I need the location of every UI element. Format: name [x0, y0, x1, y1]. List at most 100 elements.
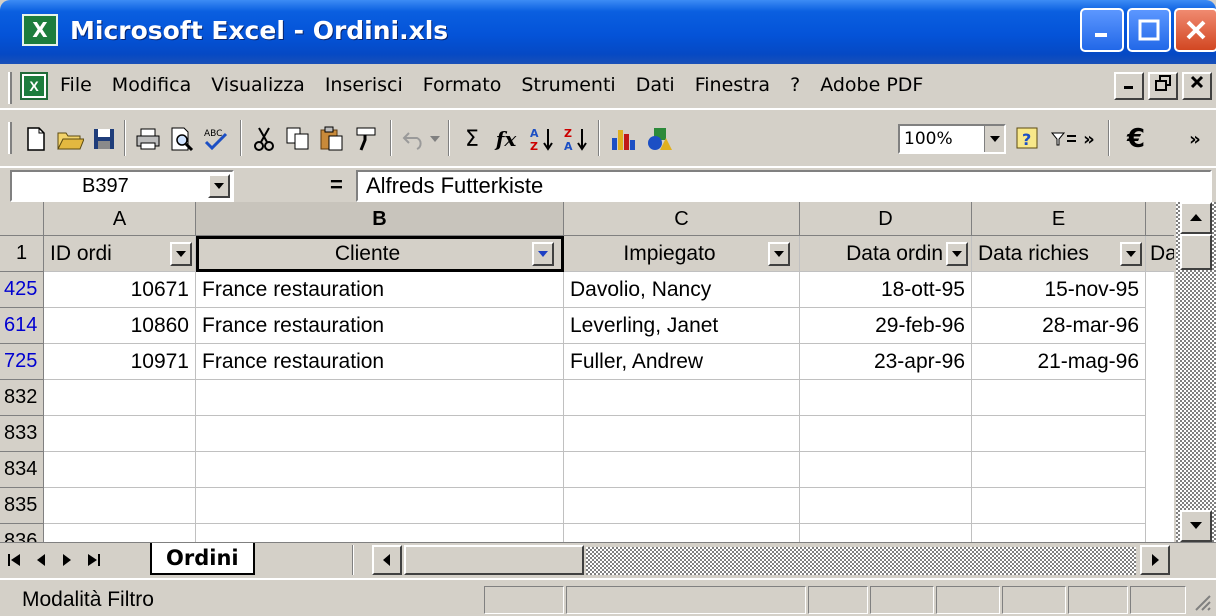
empty-cell[interactable]	[800, 452, 972, 488]
column-header-e[interactable]: E	[972, 202, 1146, 236]
chart-wizard-icon[interactable]	[608, 124, 640, 154]
cell-id[interactable]: 10671	[44, 272, 196, 308]
empty-cell[interactable]	[564, 380, 800, 416]
select-all-corner[interactable]	[0, 202, 44, 236]
menu-finestra[interactable]: Finestra	[695, 74, 770, 96]
menu-strumenti[interactable]: Strumenti	[521, 74, 615, 96]
empty-cell[interactable]	[972, 416, 1146, 452]
copy-icon[interactable]	[282, 124, 314, 154]
empty-cell[interactable]	[564, 488, 800, 524]
filter-dropdown-impiegato[interactable]	[768, 242, 790, 266]
print-icon[interactable]	[132, 124, 164, 154]
scroll-thumb[interactable]	[1180, 234, 1212, 270]
cell-data-ordine[interactable]: 23-apr-96	[800, 344, 972, 380]
save-icon[interactable]	[88, 124, 120, 154]
cell-data-richiesta[interactable]: 21-mag-96	[972, 344, 1146, 380]
row-header[interactable]: 832	[0, 380, 44, 416]
drawing-icon[interactable]	[644, 124, 676, 154]
menu-formato[interactable]: Formato	[423, 74, 502, 96]
horizontal-scroll-thumb[interactable]	[404, 545, 584, 575]
empty-cell[interactable]	[44, 380, 196, 416]
workbook-minimize-button[interactable]	[1114, 72, 1144, 100]
menu-modifica[interactable]: Modifica	[112, 74, 191, 96]
toolbar-more-icon[interactable]: »	[1078, 124, 1100, 154]
menu-adobe-pdf[interactable]: Adobe PDF	[820, 74, 923, 96]
maximize-button[interactable]	[1127, 8, 1171, 52]
empty-cell[interactable]	[564, 416, 800, 452]
spelling-icon[interactable]: ABC	[200, 124, 232, 154]
column-header-f[interactable]	[1146, 202, 1174, 236]
cell-data-richiesta[interactable]: 28-mar-96	[972, 308, 1146, 344]
equals-sign[interactable]: =	[330, 172, 343, 198]
cell-impiegato[interactable]: Davolio, Nancy	[564, 272, 800, 308]
row-header[interactable]: 834	[0, 452, 44, 488]
cell-id[interactable]: 10860	[44, 308, 196, 344]
menu-help[interactable]: ?	[790, 74, 800, 96]
autosum-icon[interactable]: Σ	[456, 124, 488, 154]
cell-impiegato[interactable]: Leverling, Janet	[564, 308, 800, 344]
toolbar-more-icon[interactable]: »	[1184, 124, 1206, 154]
header-cell-partial[interactable]: Da	[1146, 236, 1174, 272]
first-sheet-icon[interactable]	[4, 547, 26, 573]
workbook-close-button[interactable]	[1182, 72, 1212, 100]
function-icon[interactable]: fx	[490, 124, 522, 154]
sort-ascending-icon[interactable]: AZ	[526, 124, 558, 154]
zoom-select[interactable]: 100%	[898, 124, 1006, 154]
empty-cell[interactable]	[564, 524, 800, 542]
open-icon[interactable]	[54, 124, 86, 154]
filter-dropdown-data-richiesta[interactable]	[1120, 242, 1142, 266]
scroll-right-button[interactable]	[1140, 545, 1170, 575]
sort-descending-icon[interactable]: ZA	[560, 124, 592, 154]
empty-cell[interactable]	[44, 416, 196, 452]
row-header[interactable]: 1	[0, 236, 44, 272]
name-box[interactable]: B397	[10, 170, 234, 202]
empty-cell[interactable]	[800, 524, 972, 542]
previous-sheet-icon[interactable]	[30, 547, 52, 573]
cell-cliente[interactable]: France restauration	[196, 344, 564, 380]
next-sheet-icon[interactable]	[56, 547, 78, 573]
euro-icon[interactable]: €	[1120, 124, 1152, 154]
excel-icon[interactable]: X	[22, 14, 58, 46]
spreadsheet-grid[interactable]: A B C D E 1 ID ordi Cliente Impiegato Da…	[0, 202, 1174, 542]
empty-cell[interactable]	[196, 488, 564, 524]
paste-icon[interactable]	[316, 124, 348, 154]
undo-dropdown-icon[interactable]	[426, 124, 444, 154]
cell-data-ordine[interactable]: 18-ott-95	[800, 272, 972, 308]
row-header[interactable]: 614	[0, 308, 44, 344]
print-preview-icon[interactable]	[166, 124, 198, 154]
row-header[interactable]: 835	[0, 488, 44, 524]
workbook-restore-button[interactable]	[1148, 72, 1178, 100]
empty-cell[interactable]	[564, 452, 800, 488]
scroll-left-button[interactable]	[372, 545, 402, 575]
cell-cliente[interactable]: France restauration	[196, 308, 564, 344]
empty-cell[interactable]	[196, 380, 564, 416]
row-header[interactable]: 836	[0, 524, 44, 542]
column-header-c[interactable]: C	[564, 202, 800, 236]
column-header-d[interactable]: D	[800, 202, 972, 236]
sheet-tab-ordini[interactable]: Ordini	[150, 543, 255, 575]
empty-cell[interactable]	[800, 380, 972, 416]
row-header[interactable]: 425	[0, 272, 44, 308]
scroll-down-button[interactable]	[1180, 510, 1212, 542]
empty-cell[interactable]	[44, 524, 196, 542]
title-bar[interactable]: X Microsoft Excel - Ordini.xls	[0, 0, 1216, 64]
row-header[interactable]: 725	[0, 344, 44, 380]
empty-cell[interactable]	[972, 380, 1146, 416]
autofilter-icon[interactable]	[1048, 124, 1080, 154]
toolbar-grip[interactable]	[8, 122, 12, 154]
row-header[interactable]: 833	[0, 416, 44, 452]
scroll-up-button[interactable]	[1180, 202, 1212, 234]
menu-file[interactable]: File	[60, 74, 92, 96]
format-painter-icon[interactable]	[350, 124, 382, 154]
close-button[interactable]	[1174, 8, 1216, 52]
empty-cell[interactable]	[972, 524, 1146, 542]
filter-dropdown-id[interactable]	[170, 242, 192, 266]
cell-cliente[interactable]: France restauration	[196, 272, 564, 308]
column-header-b[interactable]: B	[196, 202, 564, 236]
tab-split-handle[interactable]	[352, 545, 354, 575]
empty-cell[interactable]	[44, 452, 196, 488]
empty-cell[interactable]	[972, 452, 1146, 488]
cell-impiegato[interactable]: Fuller, Andrew	[564, 344, 800, 380]
empty-cell[interactable]	[44, 488, 196, 524]
empty-cell[interactable]	[972, 488, 1146, 524]
